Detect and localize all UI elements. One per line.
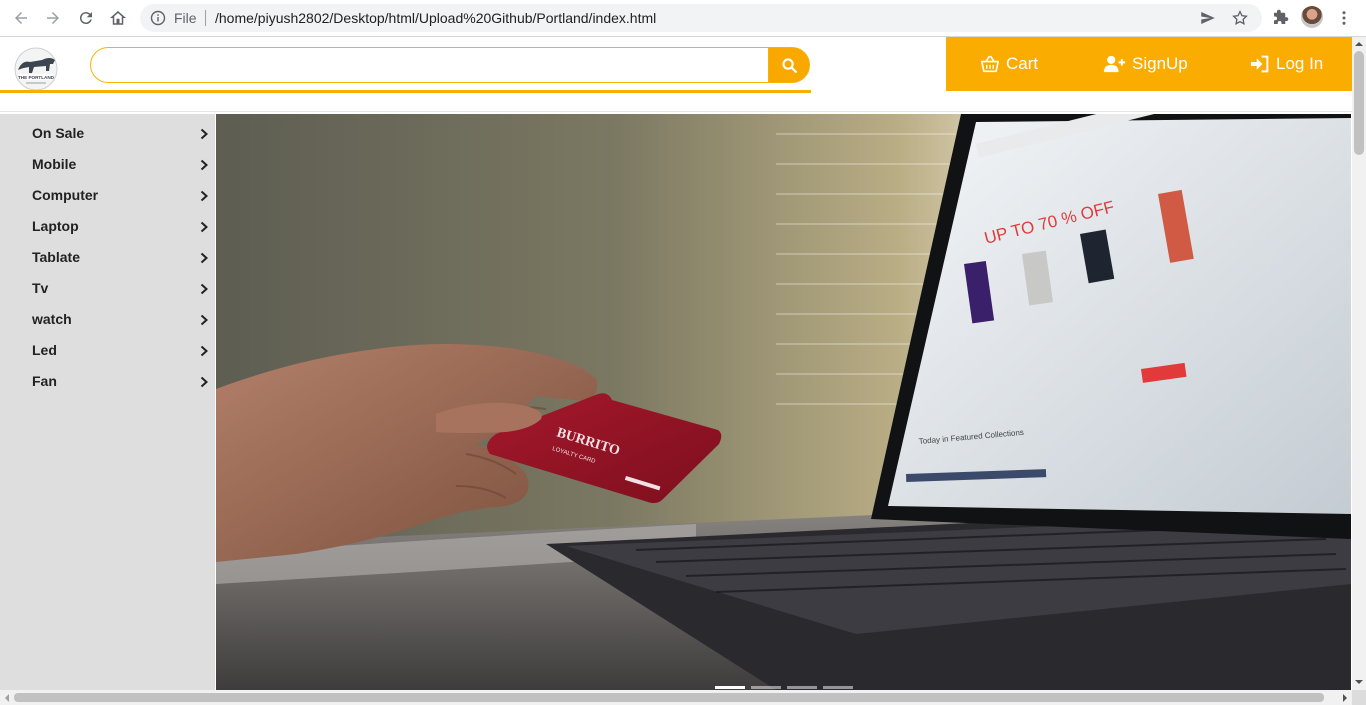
forward-button[interactable] [41, 6, 65, 30]
reload-button[interactable] [74, 6, 98, 30]
home-button[interactable] [106, 6, 130, 30]
vertical-scroll-thumb[interactable] [1354, 51, 1364, 155]
login-label: Log In [1276, 54, 1324, 73]
sidebar-item-computer[interactable]: Computer [0, 181, 215, 212]
carousel-indicator-3[interactable] [787, 686, 817, 689]
chevron-right-icon [200, 376, 208, 388]
sign-in-icon [1251, 55, 1269, 73]
forward-icon [47, 12, 59, 24]
extensions-icon [1274, 9, 1289, 24]
carousel-indicator-4[interactable] [823, 686, 853, 689]
sidebar-item-label: On Sale [32, 125, 85, 141]
header-divider [0, 111, 1352, 112]
cart-link[interactable]: Cart [980, 37, 1038, 91]
scheme-label: File [174, 10, 197, 26]
sidebar-item-label: Computer [32, 187, 99, 203]
browser-toolbar: File /home/piyush2802/Desktop/html/Uploa… [0, 0, 1366, 37]
sidebar-item-watch[interactable]: watch [0, 305, 215, 336]
sidebar-item-tv[interactable]: Tv [0, 274, 215, 305]
search-underline [0, 90, 811, 93]
user-nav: Cart SignUp Log In [946, 37, 1352, 91]
sidebar-item-on-sale[interactable]: On Sale [0, 119, 215, 150]
carousel-indicator-1[interactable] [715, 686, 745, 689]
category-sidebar: On Sale Mobile Computer Laptop Tablate T… [0, 114, 215, 690]
scroll-down-icon[interactable] [1354, 677, 1364, 687]
chevron-right-icon [200, 128, 208, 140]
vertical-scrollbar[interactable] [1352, 37, 1366, 690]
send-icon[interactable] [1199, 9, 1217, 27]
search-button[interactable] [768, 47, 810, 83]
info-icon[interactable] [150, 10, 166, 26]
sidebar-item-tablate[interactable]: Tablate [0, 243, 215, 274]
search-bar [90, 47, 810, 83]
omnibox-separator [205, 10, 206, 26]
hero-image: UP TO 70 % OFF Today in Featured Collect… [216, 114, 1351, 690]
login-link[interactable]: Log In [1250, 37, 1323, 91]
cart-label: Cart [1006, 54, 1039, 73]
scroll-left-icon[interactable] [2, 693, 12, 703]
scrollbar-corner [1352, 690, 1366, 705]
logo-emblem: THE PORTLAND [14, 47, 58, 91]
horizontal-scroll-thumb[interactable] [14, 693, 1324, 702]
sidebar-item-fan[interactable]: Fan [0, 367, 215, 398]
extensions-button[interactable] [1268, 6, 1292, 30]
portland-logo[interactable]: THE PORTLAND [12, 46, 60, 92]
sidebar-item-mobile[interactable]: Mobile [0, 150, 215, 181]
avatar[interactable] [1301, 6, 1323, 28]
url-text[interactable]: /home/piyush2802/Desktop/html/Upload%20G… [215, 10, 656, 26]
menu-button[interactable] [1332, 6, 1356, 30]
chevron-right-icon [200, 314, 208, 326]
search-icon [781, 57, 797, 73]
chevron-right-icon [200, 190, 208, 202]
sidebar-item-led[interactable]: Led [0, 336, 215, 367]
reload-icon [79, 12, 92, 25]
sidebar-item-label: Laptop [32, 218, 79, 234]
carousel-indicator-2[interactable] [751, 686, 781, 689]
chevron-right-icon [200, 221, 208, 233]
scroll-up-icon[interactable] [1354, 39, 1364, 49]
sidebar-item-laptop[interactable]: Laptop [0, 212, 215, 243]
basket-icon [980, 55, 999, 73]
signup-link[interactable]: SignUp [1103, 37, 1188, 91]
back-button[interactable] [9, 6, 33, 30]
chevron-right-icon [200, 159, 208, 171]
search-input[interactable] [90, 47, 768, 83]
logo-text: THE PORTLAND [18, 75, 55, 80]
sidebar-item-label: Fan [32, 373, 57, 389]
user-plus-icon [1103, 55, 1126, 73]
sidebar-item-label: Tv [32, 280, 49, 296]
scroll-right-icon[interactable] [1340, 693, 1350, 703]
back-icon [15, 12, 27, 24]
sidebar-item-label: Tablate [32, 249, 80, 265]
menu-icon [1342, 11, 1346, 25]
signup-label: SignUp [1132, 54, 1188, 73]
home-icon [110, 11, 126, 25]
hero-carousel[interactable]: UP TO 70 % OFF Today in Featured Collect… [216, 114, 1351, 690]
star-icon[interactable] [1231, 9, 1249, 27]
sidebar-item-label: Led [32, 342, 57, 358]
sidebar-item-label: watch [32, 311, 72, 327]
horizontal-scrollbar[interactable] [0, 690, 1352, 705]
chevron-right-icon [200, 345, 208, 357]
sidebar-item-label: Mobile [32, 156, 77, 172]
chevron-right-icon [200, 283, 208, 295]
address-bar[interactable]: File /home/piyush2802/Desktop/html/Uploa… [140, 4, 1262, 32]
chevron-right-icon [200, 252, 208, 264]
